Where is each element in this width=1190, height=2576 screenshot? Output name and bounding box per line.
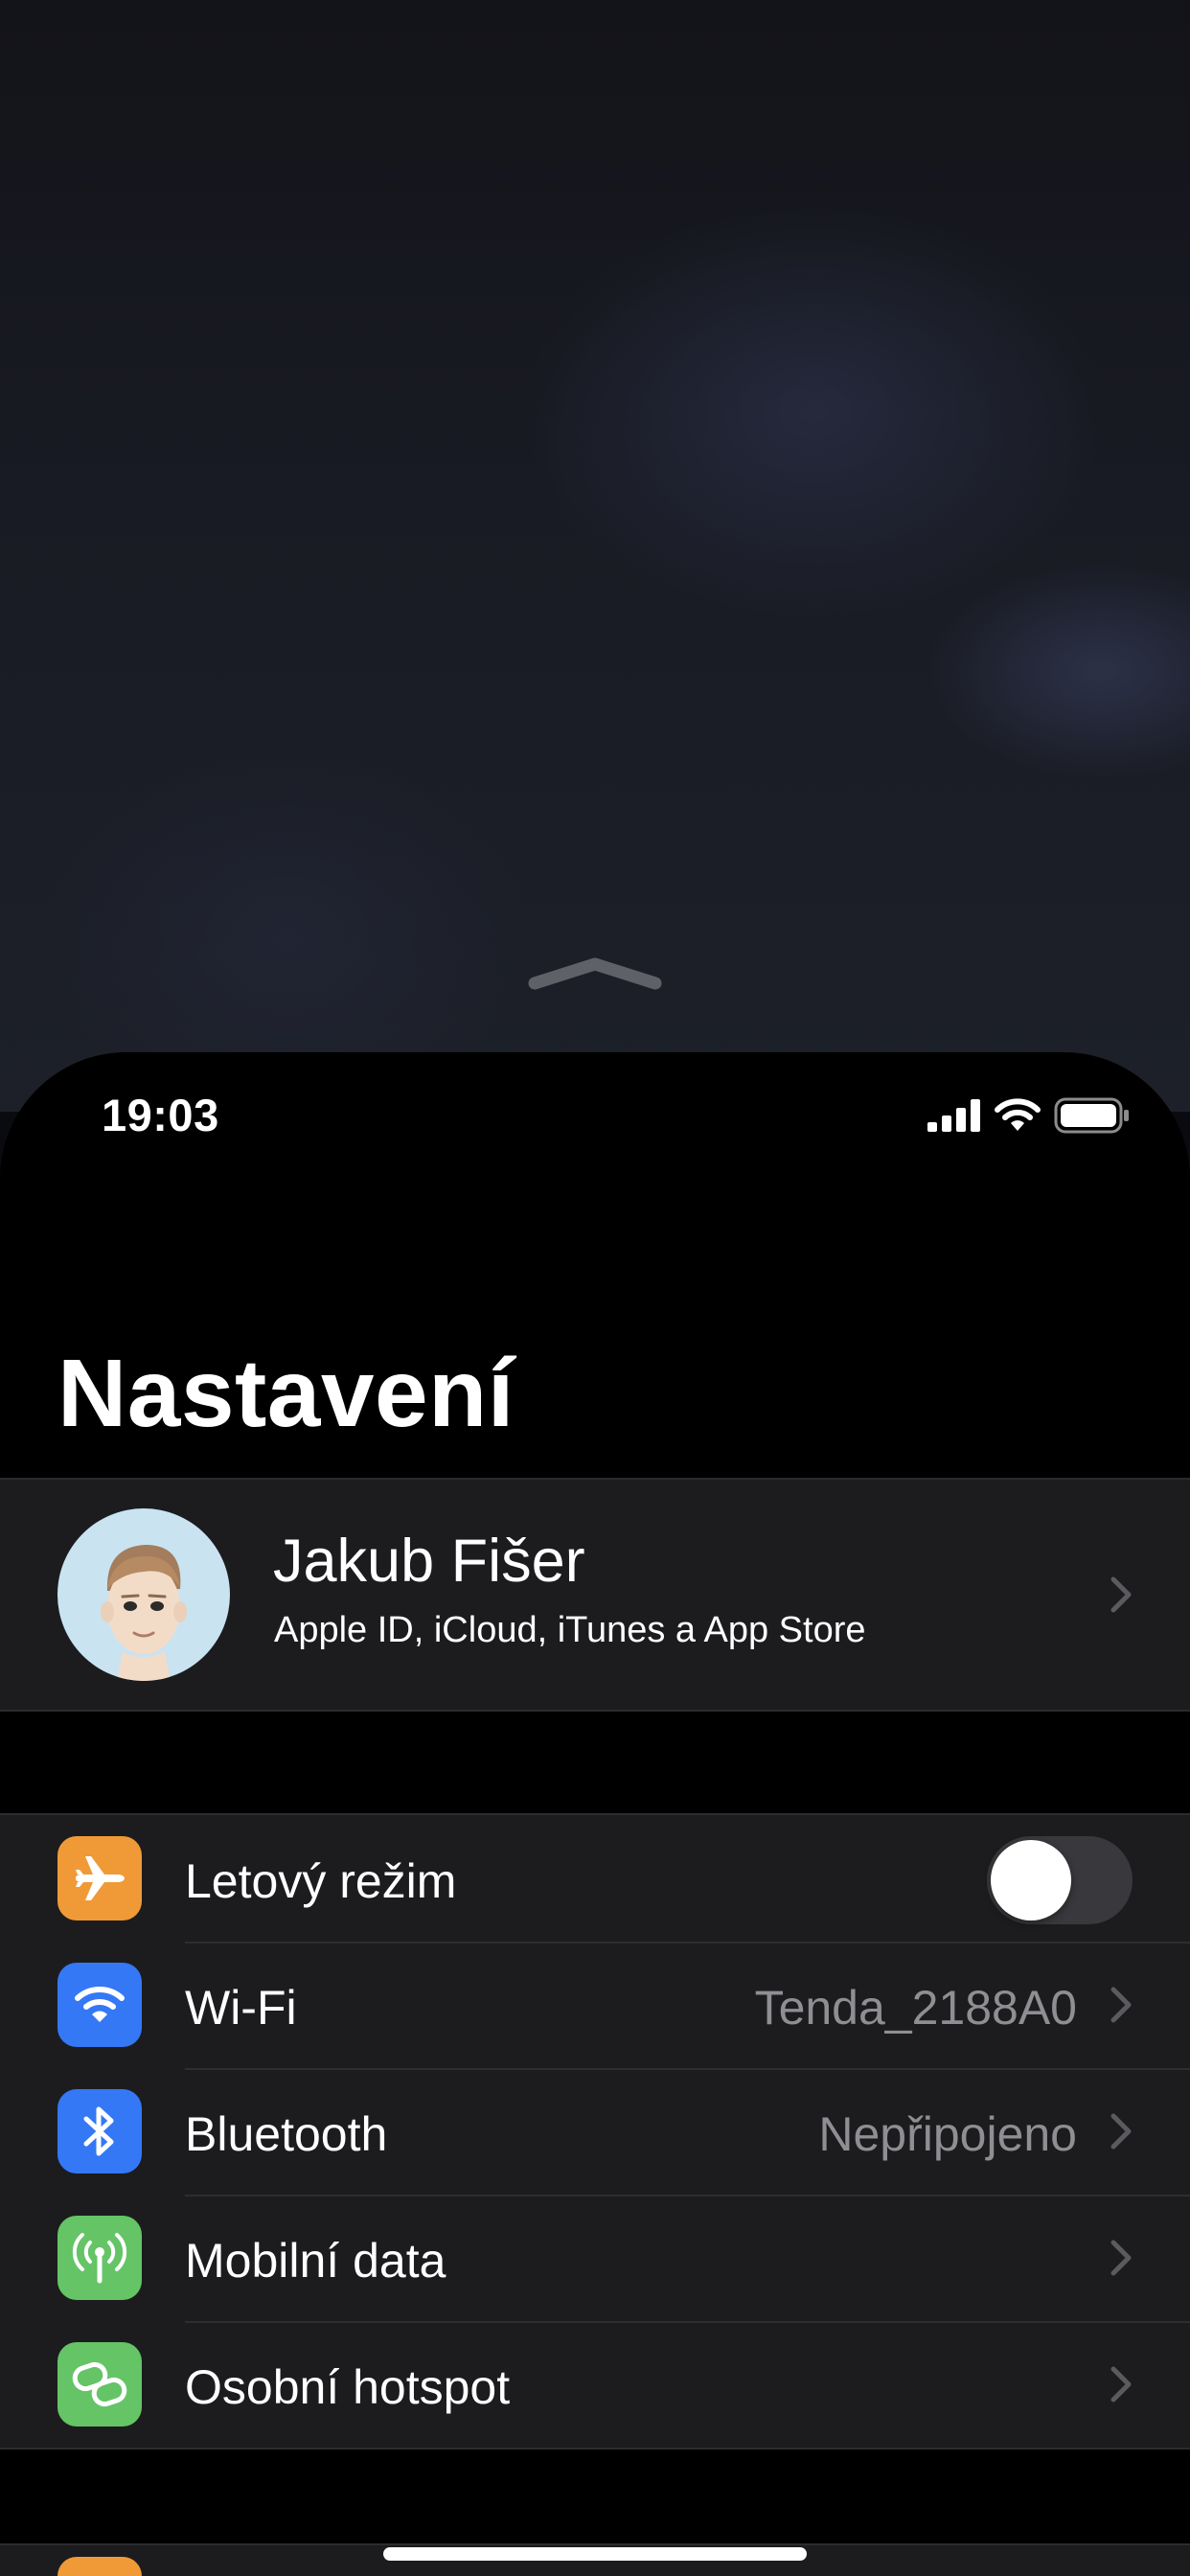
- status-icons: [914, 1096, 1131, 1135]
- memoji-avatar-icon: [101, 1545, 187, 1681]
- settings-sheet: 19:03 Nastavení Jakub Fišer Apple ID, iC…: [0, 1052, 1190, 2576]
- connectivity-group: Letový režim Wi-Fi Tenda_2188A0 Bluetoot…: [0, 1813, 1190, 2450]
- bluetooth-label: Bluetooth: [185, 2107, 388, 2161]
- wifi-label: Wi-Fi: [185, 1981, 297, 2035]
- bluetooth-value: Nepřipojeno: [818, 2107, 1077, 2161]
- airplane-icon: [57, 1836, 142, 1920]
- airplane-mode-toggle[interactable]: [987, 1836, 1133, 1924]
- chevron-right-icon: [1110, 2240, 1132, 2276]
- wallpaper: [0, 0, 1190, 1112]
- pull-up-chevron-icon[interactable]: [525, 954, 665, 993]
- wifi-value: Tenda_2188A0: [754, 1981, 1077, 2035]
- personal-hotspot-row[interactable]: Osobní hotspot: [0, 2321, 1190, 2448]
- toggle-knob: [991, 1840, 1071, 1920]
- status-bar: 19:03: [0, 1052, 1190, 1186]
- airplane-mode-label: Letový režim: [185, 1854, 457, 1908]
- profile-row[interactable]: Jakub Fišer Apple ID, iCloud, iTunes a A…: [0, 1480, 1190, 1710]
- chevron-right-icon: [1110, 2366, 1132, 2403]
- cellular-signal-icon: [927, 1099, 980, 1132]
- wifi-icon: [57, 1963, 142, 2047]
- profile-subtitle: Apple ID, iCloud, iTunes a App Store: [274, 1610, 866, 1650]
- chevron-right-icon: [1110, 2113, 1132, 2150]
- status-time: 19:03: [102, 1090, 219, 1140]
- antenna-icon: [57, 2216, 142, 2300]
- profile-name: Jakub Fišer: [273, 1528, 585, 1595]
- personal-hotspot-label: Osobní hotspot: [185, 2360, 511, 2414]
- mobile-data-label: Mobilní data: [185, 2234, 446, 2288]
- airplane-mode-row: Letový režim: [0, 1815, 1190, 1942]
- wifi-icon: [995, 1098, 1041, 1131]
- avatar: [57, 1508, 230, 1681]
- mobile-data-row[interactable]: Mobilní data: [0, 2195, 1190, 2321]
- chevron-right-icon: [1110, 1576, 1132, 1613]
- hotspot-icon: [57, 2342, 142, 2426]
- profile-group: Jakub Fišer Apple ID, iCloud, iTunes a A…: [0, 1478, 1190, 1712]
- battery-icon: [1054, 1097, 1129, 1134]
- page-title: Nastavení: [57, 1340, 515, 1447]
- bluetooth-icon: [57, 2089, 142, 2174]
- wifi-row[interactable]: Wi-Fi Tenda_2188A0: [0, 1942, 1190, 2068]
- settings-row-icon: [57, 2557, 142, 2576]
- home-indicator[interactable]: [383, 2547, 807, 2561]
- chevron-right-icon: [1110, 1987, 1132, 2023]
- bluetooth-row[interactable]: Bluetooth Nepřipojeno: [0, 2068, 1190, 2195]
